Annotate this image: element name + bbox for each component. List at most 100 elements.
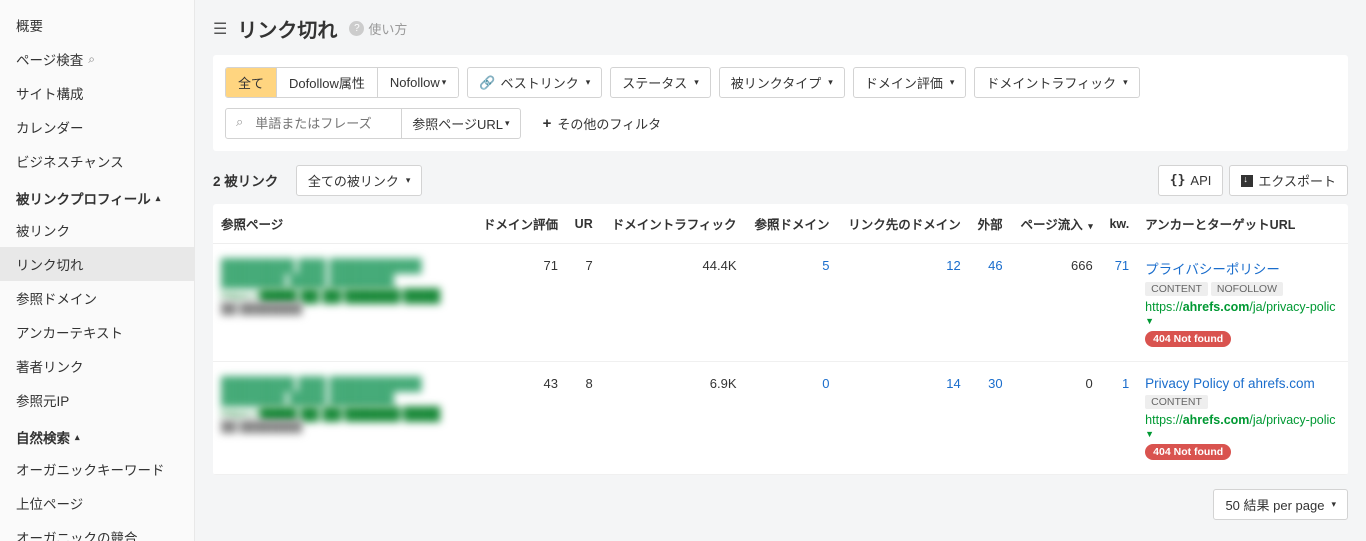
cell-kw[interactable]: 71	[1101, 244, 1137, 362]
result-count: 2 被リンク	[213, 174, 278, 189]
more-filters-button[interactable]: +その他のフィルタ	[531, 109, 674, 138]
sidebar-item-ref-domains[interactable]: 参照ドメイン	[0, 281, 194, 315]
seg-nofollow[interactable]: Nofollow▾	[378, 68, 458, 97]
search-type-select[interactable]: 参照ページURL▾	[401, 109, 519, 138]
cell-rd[interactable]: 0	[745, 362, 838, 475]
export-button[interactable]: エクスポート	[1229, 165, 1348, 196]
page-title: リンク切れ	[237, 14, 337, 43]
follow-segment: 全て Dofollow属性 Nofollow▾	[225, 67, 459, 98]
col-dt[interactable]: ドメイントラフィック	[601, 204, 745, 244]
sidebar: 概要 ページ検査⌕ サイト構成 カレンダー ビジネスチャンス 被リンクプロフィー…	[0, 0, 195, 541]
cell-ref: ████████ ███ █████████████████ ████ ████…	[213, 244, 473, 362]
cell-ld[interactable]: 14	[837, 362, 968, 475]
chevron-down-icon: ▾	[1331, 499, 1336, 510]
sidebar-item-organic-kw[interactable]: オーガニックキーワード	[0, 452, 194, 486]
cell-pt: 666	[1011, 244, 1101, 362]
cell-dr: 43	[473, 362, 566, 475]
sidebar-item-page-inspect[interactable]: ページ検査⌕	[0, 42, 194, 76]
page-header: ☰ リンク切れ ?使い方	[195, 0, 1366, 55]
col-ld[interactable]: リンク先のドメイン	[837, 204, 968, 244]
chevron-down-icon: ▾	[586, 77, 591, 88]
hamburger-icon[interactable]: ☰	[213, 19, 227, 39]
table-row: ████████ ███ █████████████████ ████ ████…	[213, 362, 1348, 475]
cell-ld[interactable]: 12	[837, 244, 968, 362]
sort-icon: ▾	[1088, 221, 1093, 231]
search-group: ⌕ 参照ページURL▾	[225, 108, 521, 139]
chevron-down-icon: ▾	[406, 175, 411, 186]
cell-anchor: プライバシーポリシー CONTENTNOFOLLOW https://ahref…	[1137, 244, 1348, 362]
chevron-down-icon: ▾	[1123, 77, 1128, 88]
cell-kw[interactable]: 1	[1101, 362, 1137, 475]
sidebar-item-top-pages[interactable]: 上位ページ	[0, 486, 194, 520]
cell-ext[interactable]: 46	[969, 244, 1011, 362]
search-icon: ⌕	[226, 109, 251, 138]
cell-pt: 0	[1011, 362, 1101, 475]
sidebar-section-organic[interactable]: 自然検索▴	[0, 417, 194, 452]
status-filter[interactable]: ステータス▾	[610, 67, 711, 98]
chevron-down-icon: ▾	[950, 77, 955, 88]
search-icon: ⌕	[88, 52, 95, 67]
status-badge: 404 Not found	[1145, 444, 1231, 460]
target-url[interactable]: https://ahrefs.com/ja/privacy-polic	[1145, 413, 1340, 427]
filter-panel: 全て Dofollow属性 Nofollow▾ 🔗ベストリンク▾ ステータス▾ …	[213, 55, 1348, 151]
col-ur[interactable]: UR	[566, 204, 601, 244]
col-ref-page[interactable]: 参照ページ	[213, 204, 473, 244]
api-icon: {}	[1170, 173, 1186, 188]
sidebar-item-author-links[interactable]: 著者リンク	[0, 349, 194, 383]
help-link[interactable]: ?使い方	[349, 19, 407, 38]
anchor-link[interactable]: プライバシーポリシー	[1145, 258, 1340, 278]
domain-traffic-filter[interactable]: ドメイントラフィック▾	[974, 67, 1139, 98]
all-links-select[interactable]: 全ての被リンク▾	[296, 165, 423, 196]
main-content: ☰ リンク切れ ?使い方 全て Dofollow属性 Nofollow▾ 🔗ベス…	[195, 0, 1366, 541]
col-dr[interactable]: ドメイン評価	[473, 204, 566, 244]
subbar: 2 被リンク 全ての被リンク▾ {}API エクスポート	[195, 165, 1366, 204]
seg-all[interactable]: 全て	[226, 68, 277, 97]
cell-ur: 8	[566, 362, 601, 475]
linktype-filter[interactable]: 被リンクタイプ▾	[719, 67, 845, 98]
search-input[interactable]	[251, 109, 401, 138]
tag: NOFOLLOW	[1211, 282, 1283, 296]
sidebar-item-site-structure[interactable]: サイト構成	[0, 76, 194, 110]
download-icon	[1241, 175, 1253, 187]
cell-dt: 44.4K	[601, 244, 745, 362]
cell-rd[interactable]: 5	[745, 244, 838, 362]
sidebar-section-backlink[interactable]: 被リンクプロフィール▴	[0, 178, 194, 213]
sidebar-item-organic-compete[interactable]: オーガニックの競合	[0, 520, 194, 541]
sidebar-item-ref-ip[interactable]: 参照元IP	[0, 383, 194, 417]
col-ext[interactable]: 外部	[969, 204, 1011, 244]
seg-dofollow[interactable]: Dofollow属性	[277, 68, 378, 97]
col-kw[interactable]: kw.	[1101, 204, 1137, 244]
cell-ref: ████████ ███ █████████████████ ████ ████…	[213, 362, 473, 475]
expand-icon[interactable]: ▼	[1145, 316, 1340, 326]
sidebar-item-calendar[interactable]: カレンダー	[0, 110, 194, 144]
plus-icon: +	[543, 115, 552, 132]
results-table: 参照ページ ドメイン評価 UR ドメイントラフィック 参照ドメイン リンク先のド…	[213, 204, 1348, 475]
cell-ext[interactable]: 30	[969, 362, 1011, 475]
cell-ur: 7	[566, 244, 601, 362]
link-icon: 🔗	[479, 75, 495, 91]
help-icon: ?	[349, 21, 364, 36]
target-url[interactable]: https://ahrefs.com/ja/privacy-polic	[1145, 300, 1340, 314]
chevron-down-icon: ▾	[828, 77, 833, 88]
cell-dt: 6.9K	[601, 362, 745, 475]
sidebar-item-overview[interactable]: 概要	[0, 8, 194, 42]
sidebar-item-anchor-text[interactable]: アンカーテキスト	[0, 315, 194, 349]
sidebar-item-broken-links[interactable]: リンク切れ	[0, 247, 194, 281]
col-rd[interactable]: 参照ドメイン	[745, 204, 838, 244]
table-row: ████████ ███ █████████████████ ████ ████…	[213, 244, 1348, 362]
caret-up-icon: ▴	[75, 432, 80, 443]
sidebar-item-backlinks[interactable]: 被リンク	[0, 213, 194, 247]
anchor-link[interactable]: Privacy Policy of ahrefs.com	[1145, 376, 1340, 391]
col-pt[interactable]: ページ流入 ▾	[1011, 204, 1101, 244]
caret-up-icon: ▴	[156, 193, 161, 204]
api-button[interactable]: {}API	[1158, 165, 1224, 196]
chevron-down-icon: ▾	[505, 118, 510, 129]
chevron-down-icon: ▾	[442, 77, 447, 88]
chevron-down-icon: ▾	[694, 77, 699, 88]
per-page-select[interactable]: 50 結果 per page▾	[1213, 489, 1348, 520]
expand-icon[interactable]: ▼	[1145, 429, 1340, 439]
best-link-filter[interactable]: 🔗ベストリンク▾	[467, 67, 602, 98]
col-anchor[interactable]: アンカーとターゲットURL	[1137, 204, 1348, 244]
domain-rating-filter[interactable]: ドメイン評価▾	[853, 67, 967, 98]
sidebar-item-business[interactable]: ビジネスチャンス	[0, 144, 194, 178]
